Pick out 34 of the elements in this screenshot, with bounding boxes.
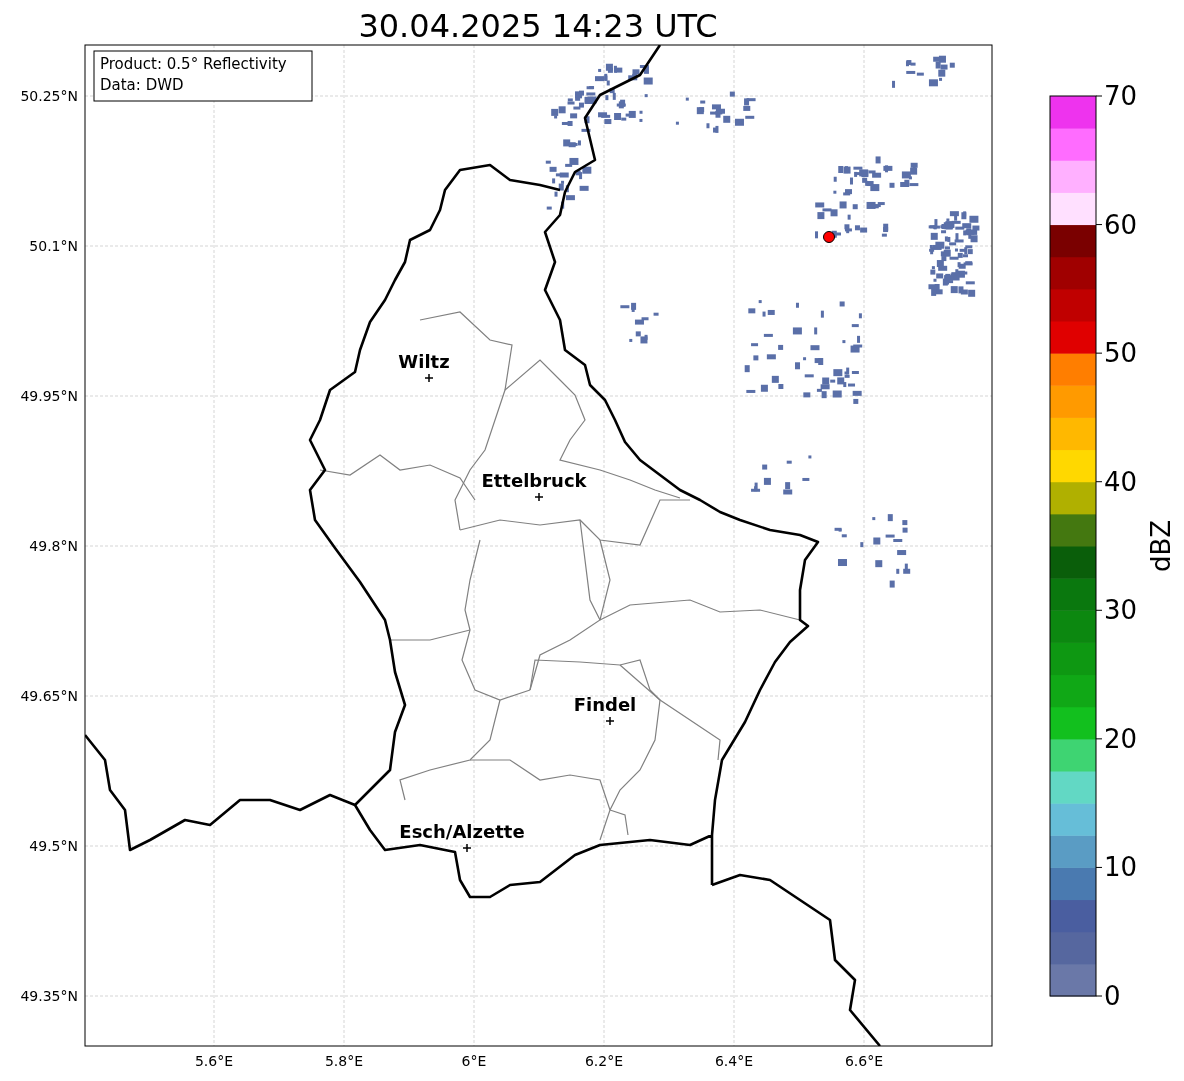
chart-title: 30.04.2025 14:23 UTC: [358, 7, 718, 45]
colorbar-tick-label: 50: [1104, 338, 1138, 369]
latitude-label: 50.25°N: [20, 88, 78, 104]
colorbar-tick-label: 0: [1104, 981, 1121, 1011]
colorbar-tick-label: 40: [1104, 466, 1138, 497]
colorbar-tick-label: 30: [1104, 595, 1138, 626]
latitude-label: 50.1°N: [29, 238, 78, 254]
latitude-label: 49.65°N: [20, 688, 78, 704]
city-label: Findel: [573, 694, 637, 715]
legend-text: Product: 0.5° Reflectivity: [100, 55, 287, 73]
city-marker-icon: [534, 492, 544, 502]
longitude-label: 5.8°E: [324, 1053, 364, 1069]
city-label: Wiltz: [398, 351, 450, 372]
latitude-label: 49.8°N: [29, 538, 78, 554]
colorbar-tick-label: 10: [1104, 852, 1138, 883]
longitude-label: 5.6°E: [194, 1053, 234, 1069]
longitude-label: 6.2°E: [584, 1053, 624, 1069]
latitude-label: 49.35°N: [20, 988, 78, 1004]
city-marker-icon: [605, 716, 615, 726]
colorbar-tick-label: 60: [1104, 209, 1138, 240]
colorbar-tick-label: 20: [1104, 723, 1138, 754]
longitude-label: 6.4°E: [714, 1053, 754, 1069]
colorbar-label: dBZ: [1146, 519, 1176, 573]
radar-site-marker: [823, 231, 835, 243]
city-label: Esch/Alzette: [399, 821, 525, 842]
longitude-label: 6.6°E: [844, 1053, 884, 1069]
latitude-label: 49.5°N: [29, 838, 78, 854]
colorbar-tick-label: 70: [1104, 81, 1138, 111]
city-marker-icon: [424, 373, 434, 383]
longitude-label: 6°E: [461, 1053, 487, 1069]
city-marker-icon: [462, 843, 472, 853]
latitude-label: 49.95°N: [20, 388, 78, 404]
legend-text: Data: DWD: [100, 76, 184, 94]
city-label: Ettelbruck: [481, 470, 587, 491]
